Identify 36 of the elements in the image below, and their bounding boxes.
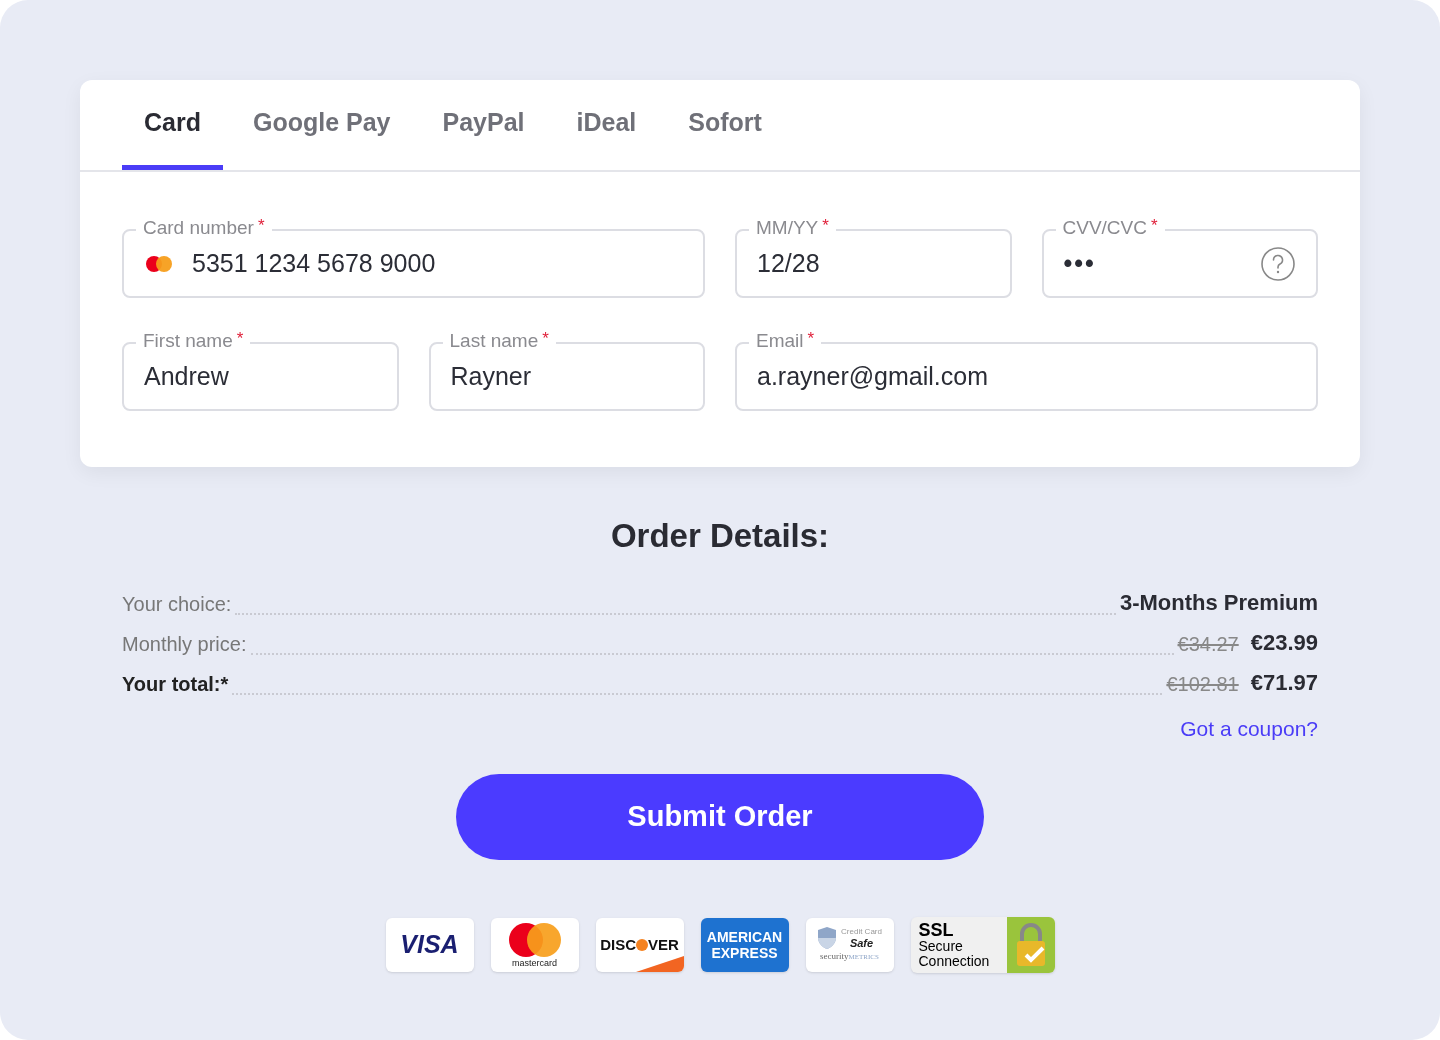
payment-tab[interactable]: Sofort — [666, 80, 784, 170]
field-value: 12/28 — [757, 247, 820, 279]
field-value: Andrew — [144, 360, 229, 392]
payment-tab[interactable]: Card — [122, 80, 223, 170]
corner-stripe-icon — [635, 956, 684, 972]
field-value: Rayner — [450, 360, 532, 392]
badge-text: Safe — [849, 936, 874, 950]
order-label: Monthly price: — [122, 631, 247, 657]
payment-tab[interactable]: iDeal — [554, 80, 659, 170]
badge-text: Secure — [918, 939, 964, 954]
submit-order-button[interactable]: Submit Order — [456, 774, 984, 860]
badge-logo-text: DISC VER — [600, 934, 679, 955]
badge-logo-text: mastercard — [512, 958, 557, 968]
coupon-link[interactable]: Got a coupon? — [1180, 712, 1318, 744]
badge-logo-text: VISA — [400, 929, 459, 961]
field-value: 5351 1234 5678 9000 — [192, 247, 436, 279]
mastercard-circles-icon — [506, 922, 563, 958]
old-price: €102.81 — [1166, 671, 1239, 697]
order-label: Your choice: — [122, 591, 232, 617]
badge-text: Credit Card — [841, 926, 882, 937]
old-price: €34.27 — [1177, 631, 1239, 657]
field-value: ••• — [1063, 247, 1096, 279]
order-details-title: Order Details: — [610, 516, 830, 556]
badge-logo-text: EXPRESS — [711, 945, 778, 961]
badge-text: SSL — [918, 921, 955, 939]
payment-tab[interactable]: Google Pay — [230, 80, 413, 170]
shield-icon — [817, 926, 838, 951]
field-value: a.rayner@gmail.com — [757, 360, 988, 392]
order-value: €23.99 — [1250, 628, 1318, 657]
order-label: Your total:* — [122, 671, 229, 697]
badge-text: Connection — [918, 954, 991, 969]
payment-tab[interactable]: PayPal — [420, 80, 547, 170]
help-icon[interactable] — [1260, 245, 1296, 282]
order-value: 3-Months Premium — [1119, 588, 1318, 617]
order-value: €71.97 — [1250, 668, 1318, 697]
badge-logo-text: AMERICAN — [706, 929, 783, 945]
